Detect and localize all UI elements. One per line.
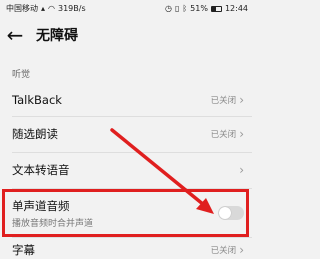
chevron-right-icon: ›: [239, 163, 244, 177]
status-value: 已关闭: [210, 246, 237, 256]
row-right: 已关闭 ›: [211, 94, 244, 106]
arrow-left-icon: ←: [6, 23, 24, 47]
status-left: 中国移动 ▴ ◠ 319B/s: [6, 3, 86, 14]
bluetooth-icon: ᛒ: [182, 3, 188, 13]
row-right: 已关闭 ›: [211, 244, 244, 256]
row-right: 已关闭 ›: [211, 128, 244, 140]
status-right: ◷ ▯ ᛒ 51% 12:44: [165, 4, 248, 13]
chevron-right-icon: ›: [239, 93, 244, 107]
divider: [12, 116, 252, 117]
clock: 12:44: [224, 4, 248, 13]
chevron-right-icon: ›: [239, 127, 244, 141]
setting-label: 随选朗读: [12, 127, 58, 141]
battery-icon: [210, 5, 222, 12]
page-title: 无障碍: [36, 28, 78, 44]
divider: [12, 237, 252, 238]
divider: [12, 152, 252, 153]
setting-row-select-to-speak[interactable]: 随选朗读 已关闭 ›: [0, 118, 252, 150]
section-header: 听觉: [12, 70, 31, 80]
setting-label: 单声道音频: [12, 198, 70, 213]
setting-label: TalkBack: [12, 93, 62, 107]
setting-sublabel: 播放音频时合并声道: [12, 218, 94, 229]
status-value: 已关闭: [210, 96, 237, 106]
setting-label: 字幕: [12, 243, 35, 257]
setting-row-mono-audio[interactable]: 单声道音频 播放音频时合并声道: [0, 192, 252, 234]
setting-row-text-to-speech[interactable]: 文本转语音 ›: [0, 154, 252, 186]
app-bar: ← 无障碍: [0, 17, 252, 53]
battery-percent: 51%: [190, 4, 208, 13]
carrier-label: 中国移动: [6, 4, 38, 13]
status-bar: 中国移动 ▴ ◠ 319B/s ◷ ▯ ᛒ 51% 12:44: [0, 0, 252, 17]
signal-icon: ▴: [41, 3, 46, 13]
back-button[interactable]: ←: [0, 17, 30, 53]
status-value: 已关闭: [210, 130, 237, 140]
toggle-knob: [219, 207, 231, 219]
divider: [12, 188, 252, 189]
row-right: ›: [239, 164, 244, 176]
vibrate-icon: ▯: [174, 3, 180, 13]
wifi-icon: ◠: [48, 3, 55, 13]
setting-label: 文本转语音: [12, 163, 70, 177]
alarm-icon: ◷: [164, 3, 172, 13]
chevron-right-icon: ›: [239, 243, 244, 257]
mono-audio-toggle[interactable]: [218, 206, 244, 220]
net-speed: 319B/s: [58, 4, 86, 13]
setting-row-captions[interactable]: 字幕 已关闭 ›: [0, 239, 252, 259]
setting-row-talkback[interactable]: TalkBack 已关闭 ›: [0, 85, 252, 115]
setting-text: 单声道音频 播放音频时合并声道: [12, 198, 93, 229]
